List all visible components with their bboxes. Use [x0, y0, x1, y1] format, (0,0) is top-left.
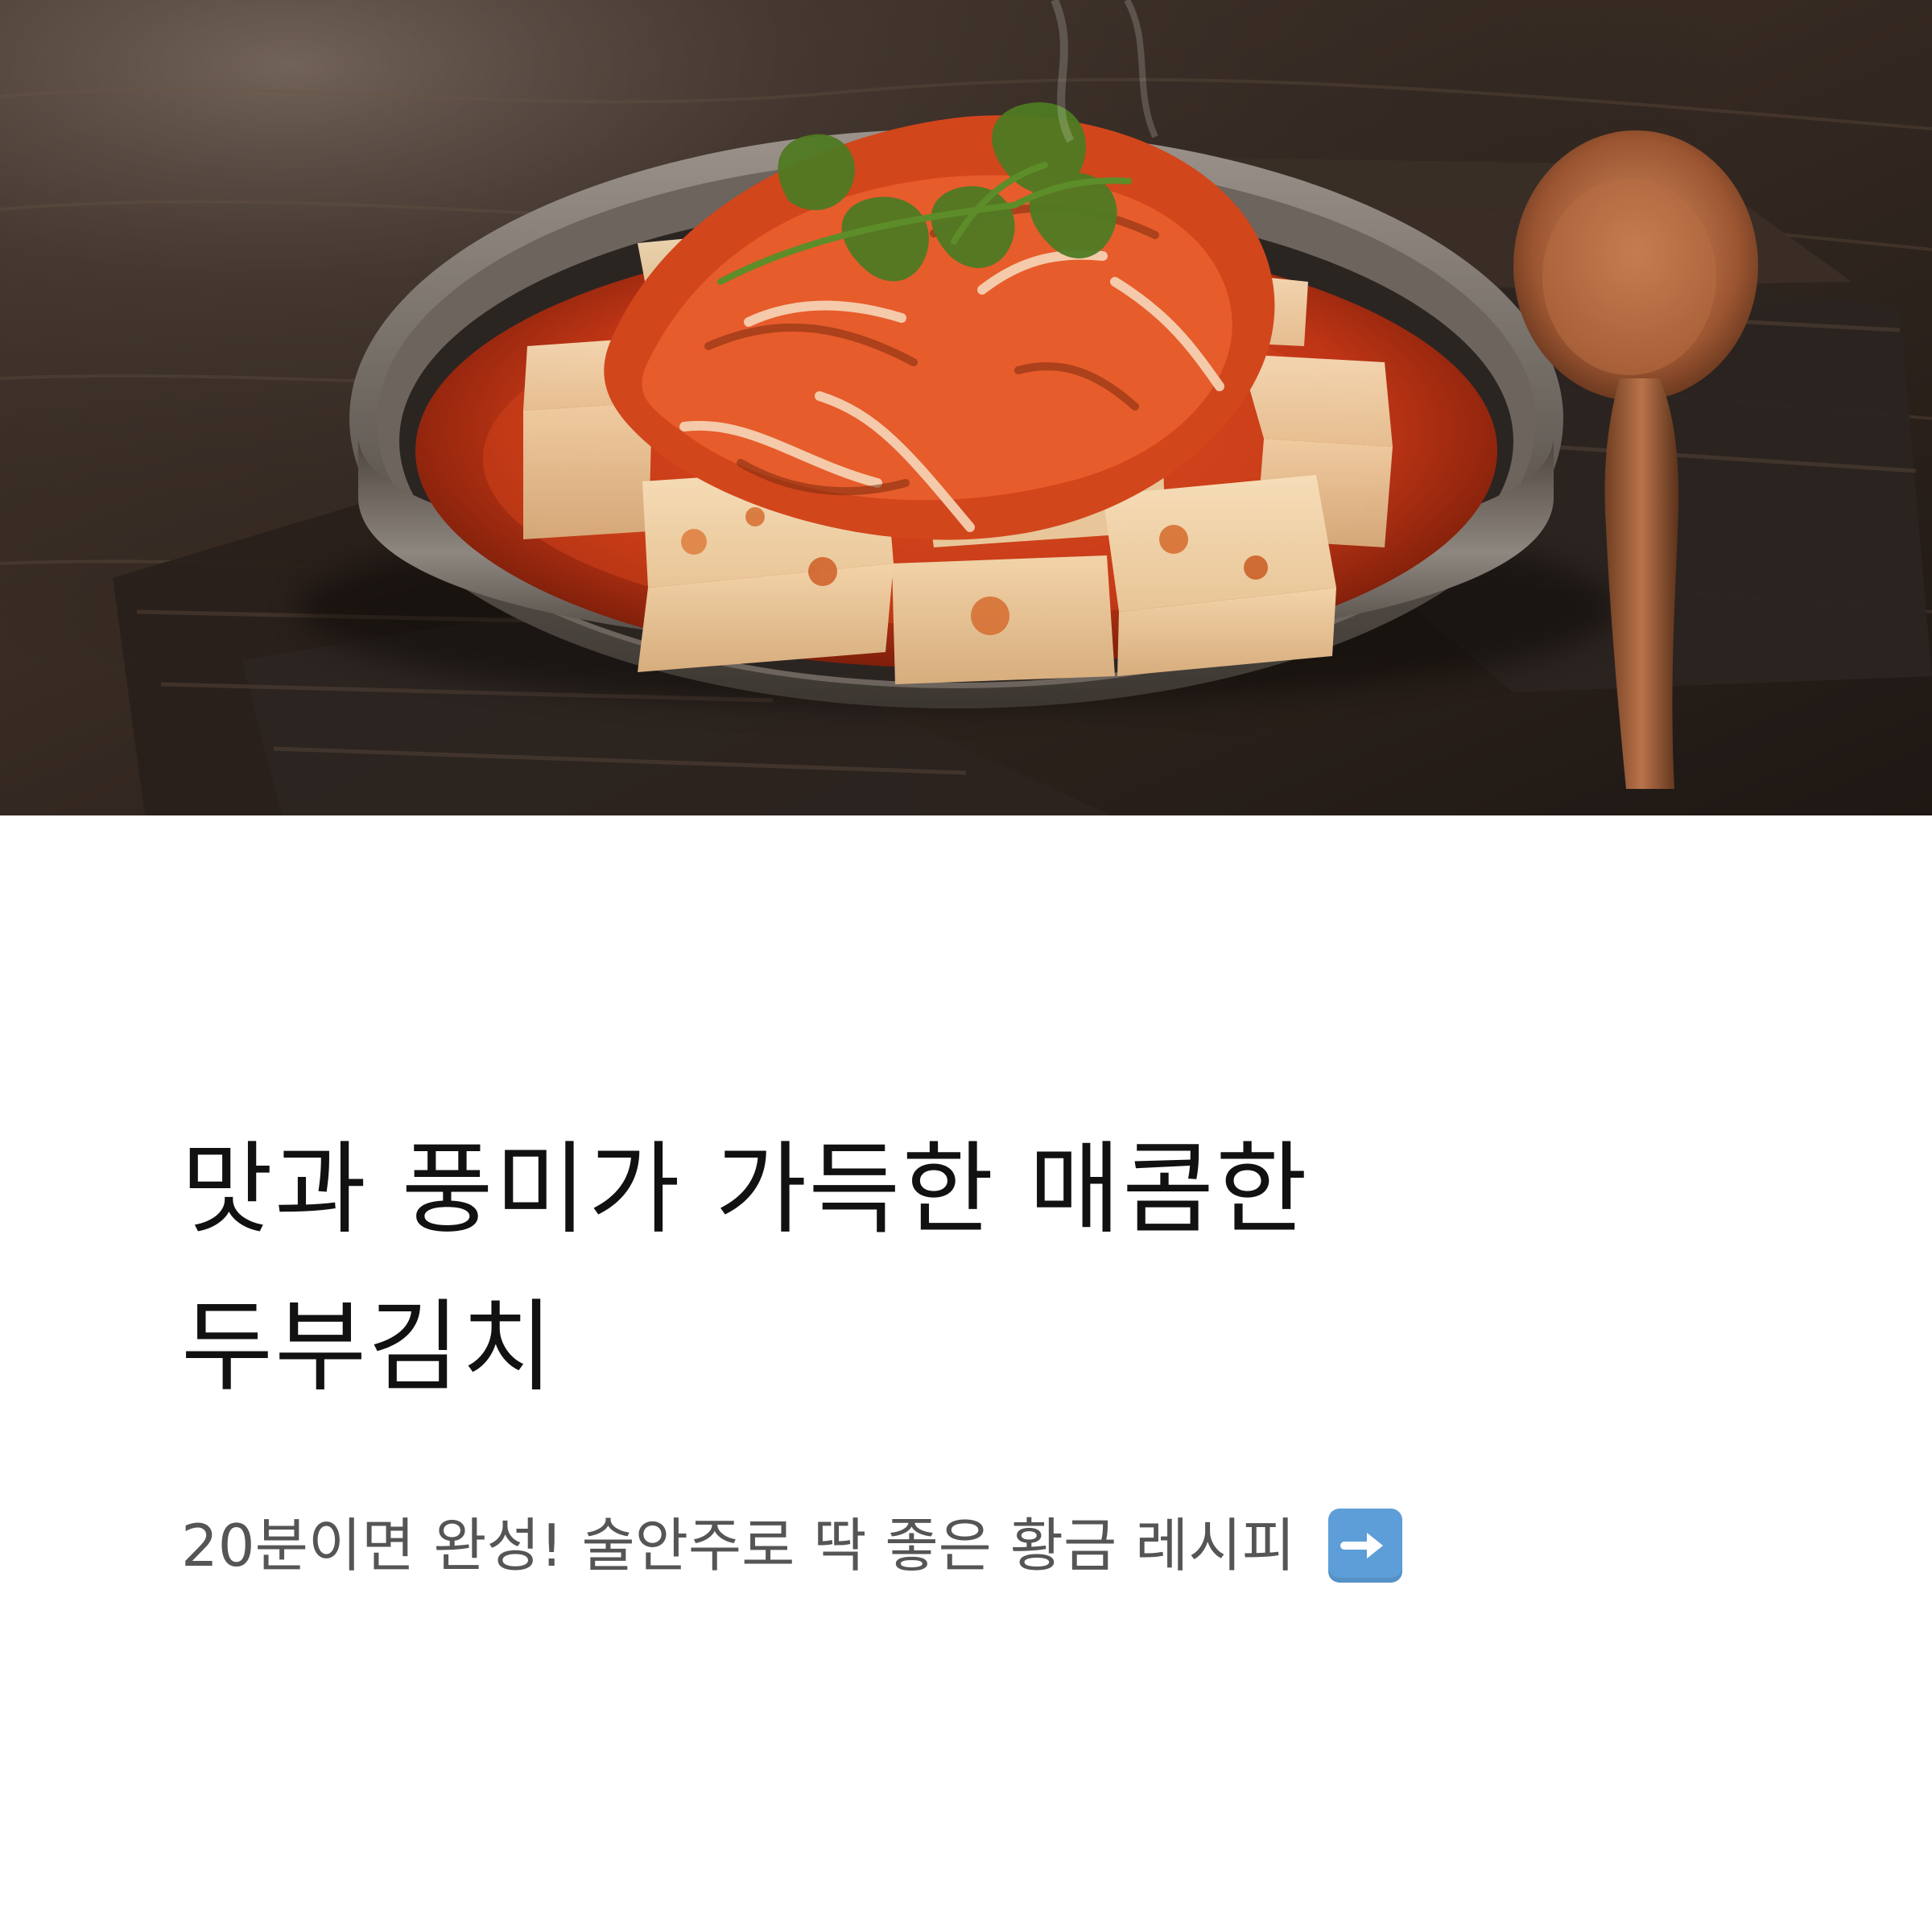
subtitle-text: 20분이면 완성! 술안주로 딱 좋은 황금 레시피: [181, 1512, 1295, 1579]
title-line-2: 두부김치: [181, 1290, 555, 1406]
arrow-right-icon: [1327, 1509, 1402, 1583]
page-title: 맛과 풍미가 가득한 매콤한 두부김치: [181, 1111, 1751, 1426]
subtitle: 20분이면 완성! 술안주로 딱 좋은 황금 레시피: [181, 1505, 1751, 1586]
title-block: 맛과 풍미가 가득한 매콤한 두부김치: [181, 1111, 1751, 1426]
hero-image: [0, 0, 1932, 815]
title-line-1: 맛과 풍미가 가득한 매콤한: [181, 1132, 1310, 1248]
